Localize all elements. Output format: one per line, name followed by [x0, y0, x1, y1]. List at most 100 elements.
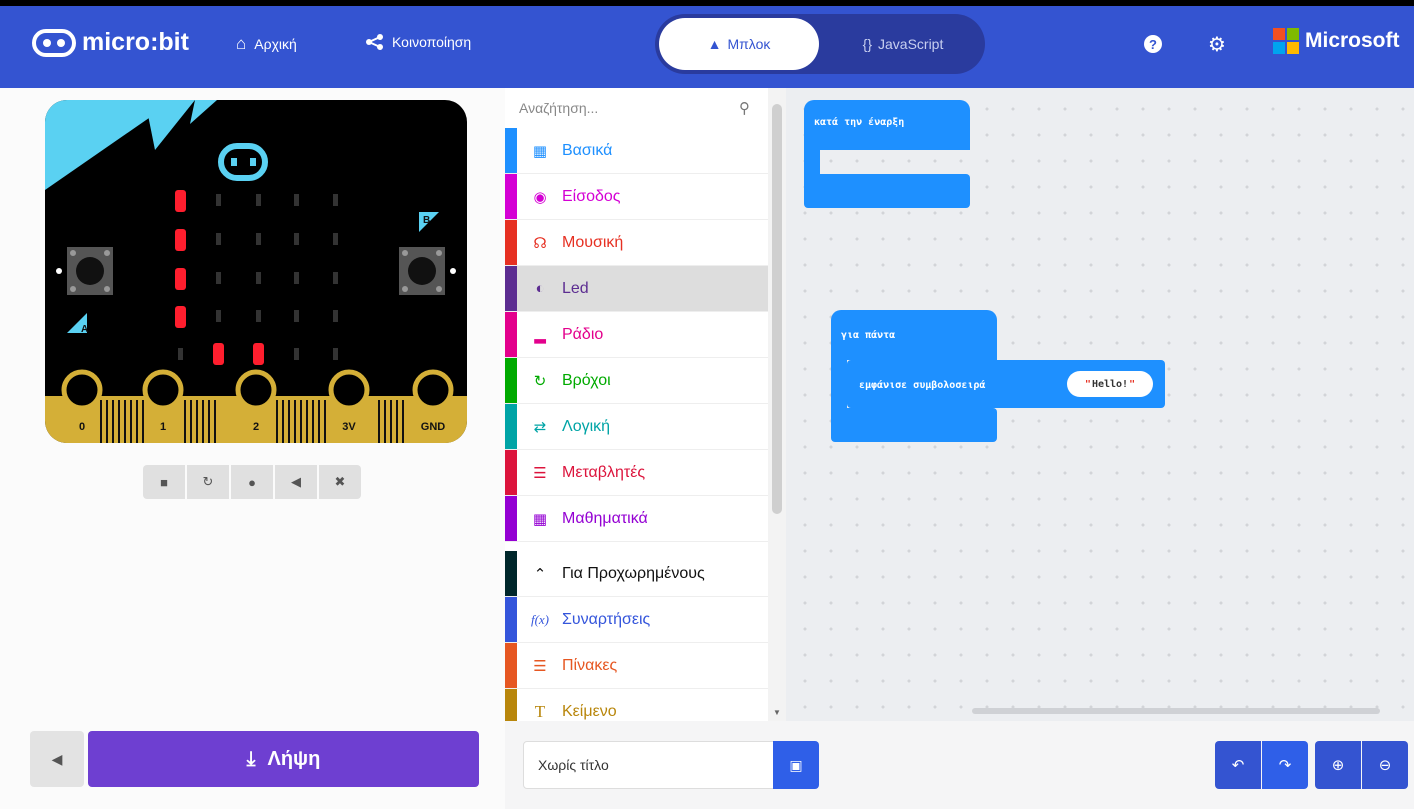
- toolbox-scroll-thumb[interactable]: [772, 104, 782, 514]
- button-b[interactable]: [399, 247, 456, 295]
- pin-3v[interactable]: 3V: [328, 369, 373, 443]
- led-off[interactable]: [294, 194, 299, 206]
- headphones-icon: ☊: [533, 234, 547, 252]
- pin-gnd[interactable]: GND: [409, 369, 457, 443]
- share-link[interactable]: Κοινοποίηση: [366, 34, 471, 50]
- download-button[interactable]: ⤓ Λήψη: [88, 731, 479, 787]
- category-label: Βρόχοι: [562, 371, 611, 389]
- pin-0[interactable]: 0: [61, 369, 103, 443]
- led-off[interactable]: [256, 194, 261, 206]
- zoom-out-button[interactable]: ⊖: [1362, 741, 1408, 789]
- string-value-input[interactable]: " Hello! ": [1067, 371, 1153, 397]
- restart-button[interactable]: ↻: [187, 465, 229, 499]
- led-on[interactable]: [253, 343, 264, 365]
- led-off[interactable]: [333, 233, 338, 245]
- category-label: Μαθηματικά: [562, 509, 648, 527]
- led-off[interactable]: [294, 348, 299, 360]
- save-button[interactable]: ▣: [773, 741, 819, 789]
- settings-button[interactable]: ⚙: [1203, 30, 1231, 58]
- stop-button[interactable]: ■: [143, 465, 185, 499]
- zoom-in-button[interactable]: ⊕: [1315, 741, 1361, 789]
- button-a-label: A: [81, 324, 88, 335]
- save-icon: ▣: [789, 756, 803, 773]
- led-off[interactable]: [216, 272, 221, 284]
- home-link[interactable]: ⌂ Αρχική: [236, 34, 297, 54]
- led-matrix: [175, 190, 338, 365]
- help-button[interactable]: ?: [1139, 30, 1167, 58]
- toolbox-search[interactable]: Αναζήτηση... ⚲: [505, 88, 768, 128]
- category-radio[interactable]: ▂ Ράδιο: [505, 312, 768, 358]
- pin-2[interactable]: 2: [235, 369, 277, 443]
- microsoft-squares-icon: [1273, 28, 1299, 54]
- category-text[interactable]: T Κείμενο: [505, 689, 768, 721]
- category-basic[interactable]: ▦ Βασικά: [505, 128, 768, 174]
- blocks-workspace[interactable]: κατά την έναρξη για πάντα εμφάνισε συμβο…: [786, 88, 1414, 721]
- led-off[interactable]: [256, 272, 261, 284]
- category-arrays[interactable]: ☰ Πίνακες: [505, 643, 768, 689]
- mute-button[interactable]: ◀: [275, 465, 317, 499]
- brand-logo[interactable]: micro:bit: [32, 28, 189, 57]
- led-off[interactable]: [216, 233, 221, 245]
- pin-3v-label: 3V: [342, 421, 356, 433]
- led-off[interactable]: [294, 233, 299, 245]
- fullscreen-icon: ✖: [334, 474, 346, 489]
- led-on[interactable]: [175, 268, 186, 290]
- category-variables[interactable]: ☰ Μεταβλητές: [505, 450, 768, 496]
- home-label: Αρχική: [254, 36, 297, 52]
- category-label: Πίνακες: [562, 656, 618, 674]
- category-functions[interactable]: f(x) Συναρτήσεις: [505, 597, 768, 643]
- led-off[interactable]: [216, 310, 221, 322]
- led-on[interactable]: [175, 306, 186, 328]
- svg-text:?: ?: [1149, 37, 1157, 52]
- led-off[interactable]: [333, 348, 338, 360]
- category-loops[interactable]: ↻ Βρόχοι: [505, 358, 768, 404]
- project-name-input[interactable]: Χωρίς τίτλο: [523, 741, 775, 789]
- microsoft-logo[interactable]: Microsoft: [1273, 28, 1400, 54]
- category-label: Συναρτήσεις: [562, 610, 651, 628]
- led-on[interactable]: [213, 343, 224, 365]
- category-math[interactable]: ▦ Μαθηματικά: [505, 496, 768, 542]
- category-advanced[interactable]: ⌃ Για Προχωρημένους: [505, 551, 768, 597]
- zoom-out-icon: ⊖: [1378, 757, 1392, 774]
- led-on[interactable]: [175, 229, 186, 251]
- show-string-block[interactable]: εμφάνισε συμβολοσειρά " Hello! ": [847, 360, 1165, 408]
- slowmo-button[interactable]: ●: [231, 465, 273, 499]
- led-off[interactable]: [333, 310, 338, 322]
- led-off[interactable]: [256, 233, 261, 245]
- led-off[interactable]: [294, 272, 299, 284]
- toolbox-scrollbar[interactable]: ▼: [768, 88, 786, 721]
- help-icon: ?: [1144, 35, 1162, 53]
- button-a[interactable]: [56, 247, 113, 295]
- fullscreen-button[interactable]: ✖: [319, 465, 361, 499]
- pin-1-label: 1: [160, 421, 166, 433]
- collapse-simulator-button[interactable]: ◀: [30, 731, 84, 787]
- category-led[interactable]: ◐ Led: [505, 266, 768, 312]
- tab-javascript[interactable]: {} JavaScript: [825, 18, 981, 70]
- list-icon: ☰: [533, 657, 547, 675]
- collapse-icon: ◀: [51, 750, 63, 767]
- led-off[interactable]: [333, 272, 338, 284]
- redo-button[interactable]: ↷: [1262, 741, 1308, 789]
- tab-blocks-label: Μπλοκ: [727, 36, 771, 52]
- workspace-horizontal-scrollbar[interactable]: [972, 708, 1380, 714]
- pin-1[interactable]: 1: [142, 369, 184, 443]
- toggle-icon: ◐: [535, 280, 545, 297]
- slowmo-icon: ●: [248, 474, 256, 490]
- led-off[interactable]: [333, 194, 338, 206]
- undo-button[interactable]: ↶: [1215, 741, 1261, 789]
- category-label: Κείμενο: [562, 702, 617, 720]
- led-off[interactable]: [178, 348, 183, 360]
- led-off[interactable]: [256, 310, 261, 322]
- category-music[interactable]: ☊ Μουσική: [505, 220, 768, 266]
- led-off[interactable]: [294, 310, 299, 322]
- scroll-down-icon[interactable]: ▼: [773, 708, 781, 717]
- tab-blocks[interactable]: ▲ Μπλοκ: [659, 18, 819, 70]
- led-off[interactable]: [216, 194, 221, 206]
- text-icon: T: [534, 701, 546, 721]
- search-input[interactable]: Αναζήτηση...: [519, 100, 598, 116]
- category-label: Ράδιο: [562, 325, 604, 343]
- category-input[interactable]: ◉ Είσοδος: [505, 174, 768, 220]
- pin-0-label: 0: [79, 421, 85, 433]
- led-on[interactable]: [175, 190, 186, 212]
- category-logic[interactable]: ⇄ Λογική: [505, 404, 768, 450]
